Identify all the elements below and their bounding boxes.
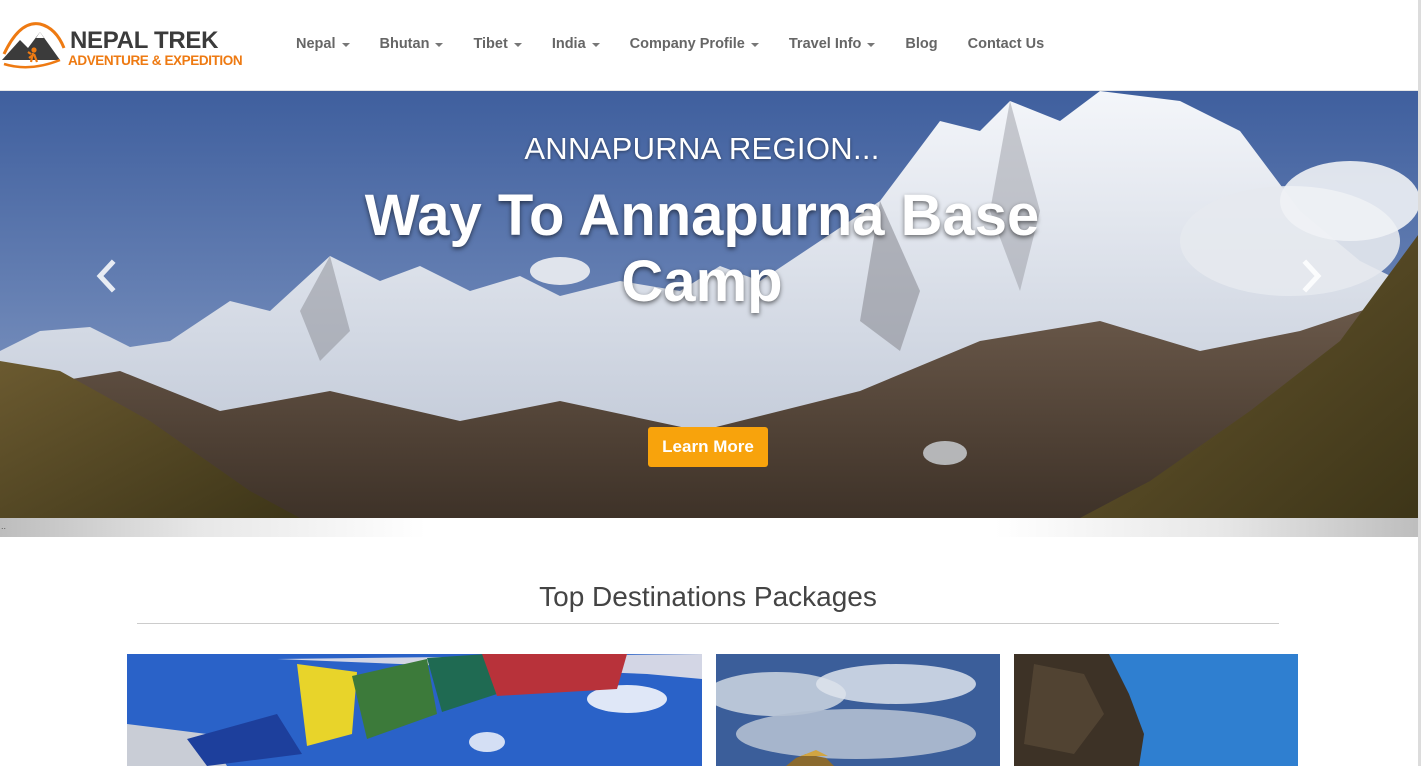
nav-label: Contact Us <box>967 36 1045 52</box>
learn-more-button[interactable]: Learn More <box>648 427 768 467</box>
nav-item-blog[interactable]: Blog <box>905 36 937 52</box>
nav-label: Nepal <box>296 36 336 52</box>
caret-down-icon <box>591 43 600 47</box>
caret-down-icon <box>513 43 522 47</box>
top-navbar: NEPAL TREK ADVENTURE & EXPEDITION Nepal … <box>0 0 1421 91</box>
brand-name: NEPAL TREK <box>70 27 219 54</box>
hero-bottom-shadow <box>0 518 1421 537</box>
section-title: Top Destinations Packages <box>539 581 877 612</box>
nav-label: Company Profile <box>629 36 745 52</box>
nav-item-company-profile[interactable]: Company Profile <box>630 36 759 52</box>
hero-title: Way To Annapurna Base Camp <box>364 183 1040 314</box>
brand-tagline: ADVENTURE & EXPEDITION <box>68 53 243 68</box>
nav-item-india[interactable]: India <box>552 36 600 52</box>
nav-label: Bhutan <box>379 36 430 52</box>
nav-item-nepal[interactable]: Nepal <box>296 36 350 52</box>
nav-item-travel-info[interactable]: Travel Info <box>789 36 876 52</box>
main-nav: Nepal Bhutan Tibet India Company Profile… <box>296 36 1074 52</box>
nav-item-tibet[interactable]: Tibet <box>473 36 522 52</box>
mountain-hiker-icon <box>2 22 66 69</box>
site-logo[interactable]: NEPAL TREK ADVENTURE & EXPEDITION <box>0 14 250 74</box>
hero-carousel: ANNAPURNA REGION... Way To Annapurna Bas… <box>0 91 1421 518</box>
chevron-left-icon <box>96 259 116 293</box>
nav-label: Travel Info <box>788 36 862 52</box>
caret-down-icon <box>435 43 444 47</box>
caret-down-icon <box>341 43 350 47</box>
package-card-2[interactable] <box>716 654 1000 766</box>
nav-label: Tibet <box>473 36 508 52</box>
caret-down-icon <box>750 43 759 47</box>
prayer-flags-image <box>127 654 702 766</box>
caret-down-icon <box>867 43 876 47</box>
nav-item-contact-us[interactable]: Contact Us <box>968 36 1045 52</box>
package-card-3[interactable] <box>1014 654 1298 766</box>
nav-item-bhutan[interactable]: Bhutan <box>380 36 444 52</box>
chevron-right-icon <box>1302 259 1322 293</box>
monastery-clouds-image <box>716 654 1000 766</box>
nav-label: Blog <box>905 36 938 52</box>
carousel-dots: .. <box>1 521 7 531</box>
carousel-next-button[interactable] <box>1296 259 1326 293</box>
nav-label: India <box>551 36 586 52</box>
section-divider <box>137 623 1279 624</box>
package-card-1[interactable] <box>127 654 702 766</box>
carousel-prev-button[interactable] <box>92 259 122 293</box>
hero-region-label: ANNAPURNA REGION... <box>524 131 880 166</box>
cliff-monastery-image <box>1014 654 1298 766</box>
